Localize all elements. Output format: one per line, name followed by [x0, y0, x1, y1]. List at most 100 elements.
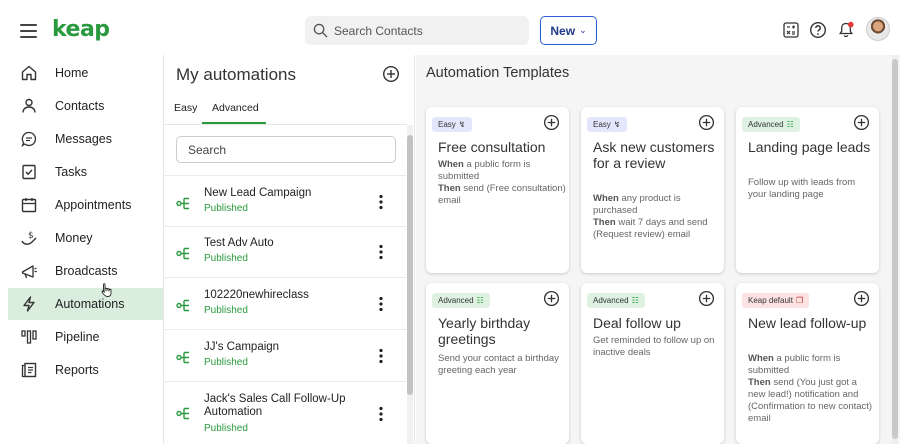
- advanced-badge: Advanced ☷: [432, 293, 490, 308]
- add-automation-icon[interactable]: [382, 65, 400, 83]
- automation-templates-title: Automation Templates: [426, 65, 570, 81]
- notification-bell-icon[interactable]: [837, 21, 855, 39]
- list-item[interactable]: JJ's Campaign Published: [164, 329, 406, 381]
- keap-default-badge: Keap default ❐: [742, 293, 810, 308]
- sidebar-item-label: Money: [55, 231, 93, 245]
- template-description: Get reminded to follow up on inactive de…: [593, 335, 715, 358]
- flow-icon: [176, 247, 189, 260]
- automation-name: Test Adv Auto: [204, 237, 274, 249]
- sidebar-item-label: Pipeline: [55, 330, 100, 344]
- sidebar-item-money[interactable]: $ Money: [8, 222, 163, 254]
- sidebar-item-label: Contacts: [55, 99, 105, 113]
- add-template-icon[interactable]: [853, 114, 870, 131]
- automation-status: Published: [204, 203, 248, 214]
- easy-badge: Easy ↯: [587, 117, 627, 132]
- more-options-icon[interactable]: [376, 348, 386, 364]
- megaphone-icon: [21, 265, 37, 279]
- new-button[interactable]: New ⌄: [540, 16, 597, 45]
- sidebar-item-contacts[interactable]: Contacts: [8, 90, 163, 122]
- automation-status: Published: [204, 423, 248, 434]
- list-item[interactable]: Test Adv Auto Published: [164, 226, 406, 277]
- sidebar-item-label: Appointments: [55, 198, 132, 212]
- keap-logo[interactable]: keap: [52, 17, 110, 42]
- help-icon[interactable]: [809, 21, 827, 39]
- template-card-free-consultation[interactable]: Easy ↯ Free consultation When a public fo…: [426, 107, 569, 273]
- flow-icon: [176, 299, 189, 312]
- template-title: Ask new customers for a review: [593, 139, 715, 171]
- automation-search-placeholder: Search: [188, 142, 227, 157]
- sidebar-item-automations[interactable]: Automations: [8, 288, 163, 320]
- calculator-icon[interactable]: [782, 21, 800, 39]
- list-item[interactable]: 102220newhireclass Published: [164, 277, 406, 329]
- template-card-landing-page-leads[interactable]: Advanced ☷ Landing page leads Follow up w…: [736, 107, 879, 273]
- template-description: Follow up with leads from your landing p…: [748, 177, 856, 200]
- more-options-icon[interactable]: [376, 296, 386, 312]
- list-item[interactable]: New Lead Campaign Published: [164, 175, 406, 226]
- flow-icon: ☷: [476, 296, 484, 305]
- automation-status: Published: [204, 305, 248, 316]
- template-card-deal-follow-up[interactable]: Advanced ☷ Deal follow up Get reminded to…: [581, 283, 724, 444]
- flow-icon: [176, 197, 189, 210]
- template-description: When a public form is submitted Then send…: [438, 159, 566, 206]
- sidebar-item-home[interactable]: Home: [8, 57, 163, 89]
- svg-text:$: $: [28, 231, 34, 241]
- search-contacts-placeholder: Search Contacts: [334, 23, 423, 38]
- template-title: Landing page leads: [748, 139, 871, 155]
- box-icon: ❐: [795, 296, 804, 305]
- badge-label: Easy: [593, 120, 611, 129]
- search-contacts-input[interactable]: Search Contacts: [305, 16, 529, 45]
- hamburger-menu-icon[interactable]: [20, 24, 37, 38]
- more-options-icon[interactable]: [376, 194, 386, 210]
- tab-easy[interactable]: Easy: [174, 102, 197, 124]
- user-avatar[interactable]: [866, 17, 890, 41]
- template-card-birthday-greetings[interactable]: Advanced ☷ Yearly birthday greetings Send…: [426, 283, 569, 444]
- automation-search-input[interactable]: Search: [176, 136, 396, 163]
- automation-status: Published: [204, 253, 248, 264]
- person-icon: [22, 98, 36, 113]
- more-options-icon[interactable]: [376, 406, 386, 422]
- lightning-icon: [23, 296, 35, 312]
- add-template-icon[interactable]: [853, 290, 870, 307]
- new-button-label: New: [550, 23, 576, 38]
- badge-label: Keap default: [748, 296, 793, 305]
- template-title: New lead follow-up: [748, 315, 867, 331]
- add-template-icon[interactable]: [698, 114, 715, 131]
- add-template-icon[interactable]: [698, 290, 715, 307]
- template-description: When a public form is submitted Then send…: [748, 353, 873, 424]
- sidebar-item-reports[interactable]: Reports: [8, 354, 163, 386]
- flow-icon: [176, 351, 189, 364]
- more-options-icon[interactable]: [376, 244, 386, 260]
- automation-name: 102220newhireclass: [204, 289, 309, 301]
- sidebar-item-label: Reports: [55, 363, 99, 377]
- my-automations-panel: My automations Easy Advanced Search New …: [163, 55, 415, 444]
- sidebar-item-appointments[interactable]: Appointments: [8, 189, 163, 221]
- sidebar-nav: Home Contacts Messages Tasks Appointment…: [0, 55, 163, 444]
- checkbox-icon: [22, 164, 36, 180]
- automation-list-scrollbar[interactable]: [407, 125, 413, 444]
- sidebar-item-broadcasts[interactable]: Broadcasts: [8, 255, 163, 287]
- add-template-icon[interactable]: [543, 114, 560, 131]
- add-template-icon[interactable]: [543, 290, 560, 307]
- sidebar-item-pipeline[interactable]: Pipeline: [8, 321, 163, 353]
- template-title: Yearly birthday greetings: [438, 315, 531, 347]
- template-description: When any product is purchased Then wait 7…: [593, 193, 708, 240]
- template-title: Deal follow up: [593, 315, 681, 331]
- automation-name: New Lead Campaign: [204, 187, 312, 199]
- tab-advanced[interactable]: Advanced: [202, 102, 266, 124]
- lightning-icon: ↯: [458, 120, 466, 129]
- template-card-ask-review[interactable]: Easy ↯ Ask new customers for a review Whe…: [581, 107, 724, 273]
- report-icon: [21, 362, 37, 378]
- lightning-icon: ↯: [613, 120, 621, 129]
- home-icon: [21, 65, 37, 81]
- badge-label: Advanced: [748, 120, 784, 129]
- chat-icon: [21, 131, 37, 148]
- pipeline-icon: [21, 330, 37, 344]
- list-item[interactable]: Jack's Sales Call Follow-Up Automation P…: [164, 381, 406, 444]
- hand-cursor-icon: [101, 283, 112, 297]
- automation-name: JJ's Campaign: [204, 341, 280, 353]
- sidebar-item-label: Broadcasts: [55, 264, 118, 278]
- sidebar-item-tasks[interactable]: Tasks: [8, 156, 163, 188]
- sidebar-item-messages[interactable]: Messages: [8, 123, 163, 155]
- template-card-new-lead-follow-up[interactable]: Keap default ❐ New lead follow-up When a …: [736, 283, 879, 444]
- templates-scrollbar[interactable]: [892, 55, 898, 444]
